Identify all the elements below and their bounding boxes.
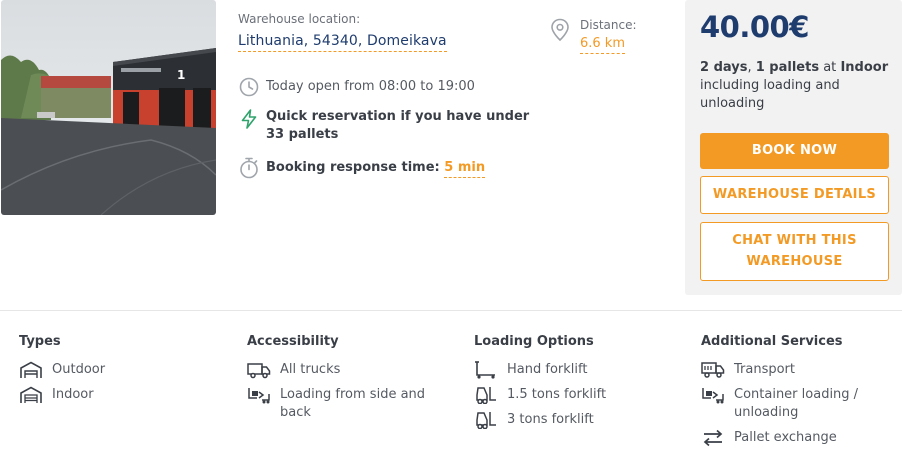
price-description: 2 days, 1 pallets at Indoor including lo…: [700, 60, 889, 111]
feature-item: Indoor: [19, 386, 219, 404]
hand-forklift-icon: [475, 361, 495, 379]
distance-value: 6.6 km: [580, 36, 625, 54]
types-section: Types Outdoor Indoor: [19, 334, 219, 411]
location-link[interactable]: Lithuania, 54340, Domeikava: [238, 33, 447, 52]
feature-item: Transport: [701, 361, 891, 379]
transport-truck-icon: [701, 362, 725, 378]
building-sign: 1: [177, 68, 185, 82]
feature-label: Hand forklift: [507, 362, 588, 377]
location-label: Warehouse location:: [238, 12, 361, 26]
warehouse-details-button[interactable]: WAREHOUSE DETAILS: [700, 176, 889, 214]
open-hours-text: Today open from 08:00 to 19:00: [266, 79, 475, 94]
feature-item: All trucks: [247, 361, 447, 379]
additional-services-section: Additional Services Transport Container …: [701, 334, 891, 454]
feature-item: Hand forklift: [474, 361, 674, 379]
clock-icon: [239, 77, 259, 97]
feature-label: Pallet exchange: [734, 430, 837, 445]
feature-label: Transport: [734, 362, 796, 377]
additional-services-title: Additional Services: [701, 334, 843, 349]
response-time-label: Booking response time:: [266, 160, 440, 175]
indoor-warehouse-icon: [20, 386, 42, 403]
feature-item: 1.5 tons forklift: [474, 386, 674, 404]
forklift-icon: [476, 412, 496, 429]
feature-item: Container loading / unloading: [701, 386, 891, 422]
feature-label: Container loading / unloading: [734, 387, 859, 420]
chat-with-warehouse-button[interactable]: CHAT WITH THIS WAREHOUSE: [700, 222, 889, 281]
quick-reservation-row: Quick reservation if you have under 33 p…: [238, 108, 536, 144]
accessibility-section: Accessibility All trucks Loading from si…: [247, 334, 447, 429]
price-storage-type: Indoor: [840, 60, 889, 75]
section-divider: [0, 310, 902, 311]
feature-item: Pallet exchange: [701, 429, 891, 447]
accessibility-title: Accessibility: [247, 334, 339, 349]
feature-item: 3 tons forklift: [474, 411, 674, 429]
response-time-value: 5 min: [444, 160, 486, 178]
feature-label: 1.5 tons forklift: [507, 387, 607, 402]
container-loading-icon: [702, 388, 724, 404]
loading-options-title: Loading Options: [474, 334, 594, 349]
price-pallets: 1 pallets: [755, 60, 820, 75]
loading-options-section: Loading Options Hand forklift 1.5 tons f…: [474, 334, 674, 436]
response-time-row: Booking response time: 5 min: [238, 156, 486, 180]
warehouse-image: 1: [1, 0, 216, 215]
pallet-exchange-icon: [703, 429, 723, 447]
feature-label: 3 tons forklift: [507, 412, 594, 427]
price-at: at: [823, 60, 837, 75]
feature-label: All trucks: [280, 362, 341, 377]
price-panel: 40.00€ 2 days, 1 pallets at Indoor inclu…: [685, 0, 902, 295]
forklift-icon: [476, 387, 496, 404]
warehouse-photo[interactable]: 1: [1, 0, 216, 215]
book-now-button[interactable]: BOOK NOW: [700, 133, 889, 169]
map-pin-icon: [551, 18, 569, 42]
price-days: 2 days: [700, 60, 748, 75]
feature-item: Loading from side and back: [247, 386, 447, 422]
stopwatch-icon: [240, 157, 258, 179]
feature-label: Outdoor: [52, 362, 106, 377]
distance-label: Distance:: [580, 18, 637, 32]
quick-reservation-text: Quick reservation if you have under 33 p…: [266, 109, 530, 142]
loading-side-icon: [248, 388, 270, 404]
outdoor-warehouse-icon: [20, 361, 42, 378]
types-title: Types: [19, 334, 61, 349]
price-amount: 40.00€: [700, 10, 809, 44]
truck-icon: [247, 363, 271, 379]
lightning-icon: [241, 109, 257, 129]
feature-label: Indoor: [52, 387, 94, 402]
feature-item: Outdoor: [19, 361, 219, 379]
feature-label: Loading from side and back: [280, 387, 426, 420]
price-including: including loading and unloading: [700, 78, 840, 111]
open-hours-row: Today open from 08:00 to 19:00: [238, 76, 475, 98]
